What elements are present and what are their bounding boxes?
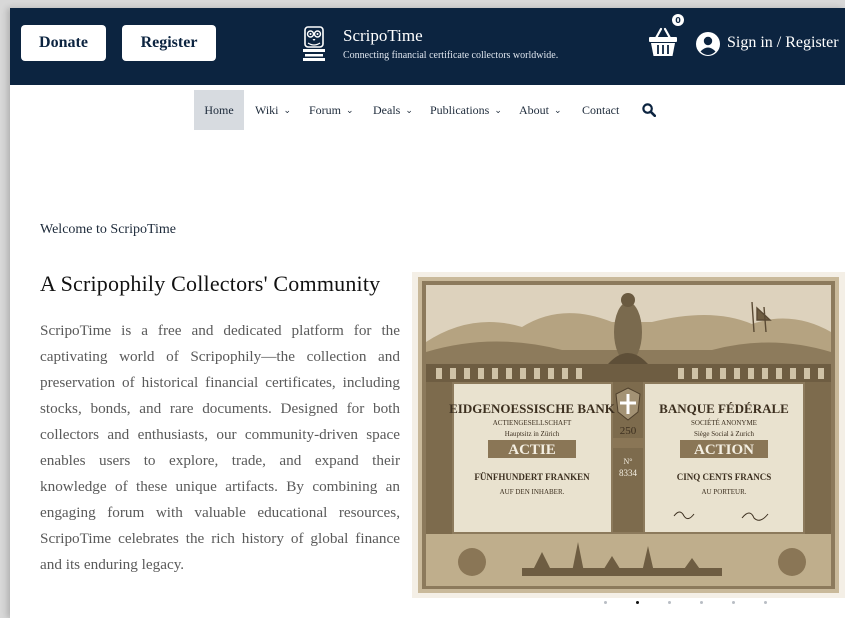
cert-left-amount: FÜNFHUNDERT FRANKEN (474, 472, 590, 482)
nav-label: Wiki (255, 102, 279, 117)
nav-home[interactable]: Home (194, 90, 244, 130)
cert-right-bearer: AU PORTEUR. (701, 488, 746, 496)
cert-right-word: ACTION (694, 442, 754, 458)
cert-right-amount: CINQ CENTS FRANCS (677, 472, 772, 482)
nav-deals[interactable]: Deals ⌄ (373, 90, 413, 130)
nav-publications[interactable]: Publications ⌄ (430, 90, 502, 130)
nav-label: Forum (309, 102, 342, 117)
chevron-down-icon: ⌄ (346, 104, 354, 115)
carousel-dot[interactable] (732, 601, 735, 604)
signin-register-link[interactable]: Sign in / Register (727, 34, 839, 52)
page-headline: A Scripophily Collectors' Community (40, 271, 381, 296)
cert-right-sub: SOCIÉTÉ ANONYME (691, 419, 757, 427)
cert-right-city: Siège Social à Zurich (694, 430, 755, 438)
cert-number-label: N° (624, 457, 633, 466)
chevron-down-icon: ⌄ (494, 104, 502, 115)
nav-label: About (519, 102, 549, 117)
nav-about[interactable]: About ⌄ (519, 90, 562, 130)
nav-label: Deals (373, 102, 401, 117)
shopping-basket-icon[interactable] (648, 26, 678, 58)
carousel-dots (600, 598, 770, 608)
nav-forum[interactable]: Forum ⌄ (309, 90, 354, 130)
register-button[interactable]: Register (122, 25, 216, 61)
chevron-down-icon: ⌄ (283, 104, 292, 115)
owl-logo-icon[interactable] (302, 26, 326, 62)
cert-number: 8334 (619, 468, 638, 478)
cert-left-word: ACTIE (508, 442, 556, 458)
site-tagline: Connecting financial certificate collect… (343, 50, 559, 61)
cart-count-badge: 0 (672, 14, 684, 26)
cert-right-title: BANQUE FÉDÉRALE (659, 401, 789, 416)
cert-left-title: EIDGENOESSISCHE BANK (449, 401, 616, 416)
nav-wiki[interactable]: Wiki ⌄ (255, 90, 291, 130)
site-title[interactable]: ScripoTime (343, 26, 423, 46)
main-nav: Home Wiki ⌄ Forum ⌄ Deals ⌄ Publications ⌄ A… (10, 90, 845, 130)
welcome-text: Welcome to ScripoTime (40, 222, 177, 237)
cert-left-city: Hauptsitz in Zürich (505, 430, 560, 438)
carousel-dot[interactable] (668, 601, 671, 604)
chevron-down-icon: ⌄ (405, 104, 413, 115)
cert-denomination: 250 (620, 425, 637, 437)
carousel-dot[interactable] (764, 601, 767, 604)
site-header: Donate Register ScripoTime Connecting fi… (10, 8, 845, 85)
page: Donate Register ScripoTime Connecting fi… (10, 8, 845, 618)
nav-contact[interactable]: Contact (582, 90, 619, 130)
nav-label: Home (204, 102, 234, 117)
carousel-dot[interactable] (604, 601, 607, 604)
cert-left-sub: ACTIENGESELLSCHAFT (493, 419, 572, 427)
chevron-down-icon: ⌄ (554, 104, 562, 115)
carousel-dot[interactable] (636, 601, 639, 604)
user-account-icon[interactable] (696, 32, 720, 56)
intro-paragraph: ScripoTime is a free and dedicated platf… (40, 322, 400, 573)
carousel-dot[interactable] (700, 601, 703, 604)
cert-left-bearer: AUF DEN INHABER. (500, 488, 565, 496)
donate-button[interactable]: Donate (21, 25, 106, 61)
nav-label: Publications (430, 102, 490, 117)
nav-label: Contact (582, 102, 620, 117)
search-icon[interactable] (642, 103, 656, 117)
share-certificate-image: EIDGENOESSISCHE BANK ACTIENGESELLSCHAFT … (412, 272, 845, 598)
